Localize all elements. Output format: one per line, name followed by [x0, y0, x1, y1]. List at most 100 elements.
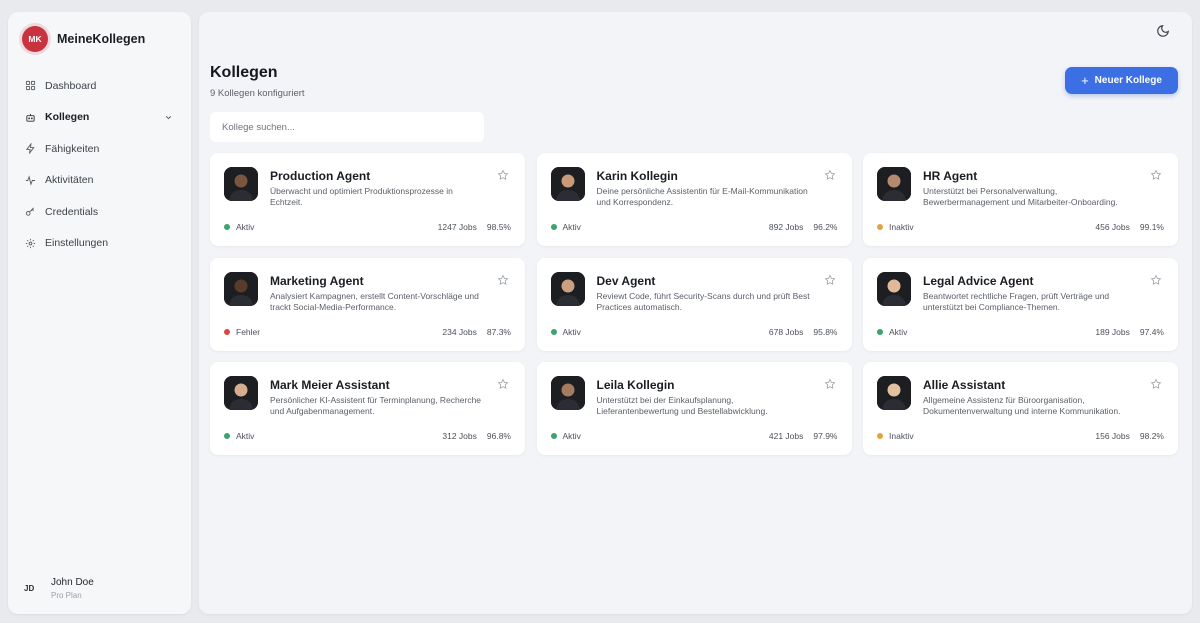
- success-rate: 98.2%: [1139, 431, 1164, 441]
- star-icon[interactable]: [824, 274, 836, 286]
- agent-stats: 421 Jobs 97.9%: [769, 431, 838, 441]
- star-icon[interactable]: [497, 378, 509, 390]
- job-count: 189 Jobs: [1095, 326, 1130, 337]
- status-badge: Inaktiv: [877, 431, 914, 441]
- job-count: 421 Jobs: [768, 431, 804, 441]
- agent-avatar: [224, 167, 258, 201]
- status-badge: Aktiv: [550, 326, 581, 337]
- sidebar-item-kollegen[interactable]: Kollegen: [8, 102, 191, 134]
- new-colleague-button[interactable]: + Neuer Kollege: [1065, 67, 1178, 94]
- sidebar-item-label: Fähigkeiten: [45, 142, 100, 155]
- status-label: Inaktiv: [889, 222, 914, 232]
- sidebar-item-credentials[interactable]: Credentials: [8, 196, 191, 228]
- status-label: Aktiv: [236, 431, 255, 441]
- star-icon[interactable]: [497, 169, 509, 181]
- zap-icon: [25, 143, 35, 155]
- moon-icon[interactable]: [1156, 24, 1170, 38]
- main-content: Kollegen 9 Kollegen konfiguriert + Neuer…: [199, 12, 1192, 614]
- agent-card[interactable]: HR Agent Unterstützt bei Personalverwalt…: [863, 153, 1178, 246]
- job-count: 234 Jobs: [442, 326, 477, 337]
- bot-icon: [26, 113, 35, 122]
- page-subtitle: 9 Kollegen konfiguriert: [210, 88, 305, 99]
- brand-name: MeineKollegen: [57, 32, 146, 46]
- person-icon: [550, 376, 585, 410]
- brand-logo: MK: [22, 26, 48, 52]
- agent-card[interactable]: Legal Advice Agent Beantwortet rechtlich…: [863, 257, 1178, 351]
- agent-description: Unterstützt bei der Einkaufsplanung, Lie…: [596, 395, 768, 416]
- agent-card[interactable]: Production Agent Überwacht und optimiert…: [210, 153, 525, 246]
- status-badge: Aktiv: [224, 431, 254, 441]
- star-icon[interactable]: [1150, 378, 1162, 390]
- sidebar-item-dashboard[interactable]: Dashboard: [8, 70, 191, 102]
- success-rate: 97.9%: [813, 431, 838, 441]
- status-label: Aktiv: [562, 326, 581, 337]
- status-dot: [877, 328, 883, 335]
- status-dot: [224, 224, 230, 230]
- sidebar-nav: Dashboard Kollegen Fähigkeiten Aktivität…: [8, 70, 191, 259]
- search-input[interactable]: [210, 112, 484, 142]
- job-count: 678 Jobs: [768, 326, 804, 337]
- star-icon[interactable]: [824, 378, 836, 390]
- agent-card[interactable]: Allie Assistant Allgemeine Assistenz für…: [863, 362, 1178, 455]
- status-dot: [877, 433, 883, 439]
- status-badge: Aktiv: [550, 431, 581, 441]
- agent-card[interactable]: Dev Agent Reviewt Code, führt Security-S…: [536, 257, 852, 351]
- agent-name: Production Agent: [270, 169, 371, 183]
- agent-name: HR Agent: [923, 169, 978, 183]
- agent-card[interactable]: Marketing Agent Analysiert Kampagnen, er…: [210, 257, 525, 351]
- agent-stats: 456 Jobs 99.1%: [1095, 222, 1164, 232]
- agent-avatar: [550, 167, 585, 201]
- star-icon[interactable]: [497, 274, 509, 286]
- page-title: Kollegen: [210, 64, 278, 81]
- sidebar-item-einstellungen[interactable]: Einstellungen: [8, 228, 191, 260]
- agent-description: Persönlicher KI-Assistent für Terminplan…: [270, 395, 482, 416]
- success-rate: 98.5%: [486, 222, 511, 232]
- brand[interactable]: MK MeineKollegen: [22, 26, 145, 52]
- star-icon[interactable]: [1150, 274, 1162, 286]
- activity-icon: [25, 175, 36, 186]
- sidebar: MK MeineKollegen Dashboard Kollegen Fähi…: [8, 12, 191, 614]
- agent-description: Überwacht und optimiert Produktionsproze…: [270, 186, 453, 207]
- success-rate: 97.4%: [1139, 326, 1164, 337]
- chevron-down-icon[interactable]: [164, 113, 173, 122]
- sidebar-item-aktivitaeten[interactable]: Aktivitäten: [8, 165, 191, 197]
- sidebar-item-label: Aktivitäten: [45, 174, 94, 187]
- person-icon: [877, 376, 911, 410]
- agent-card[interactable]: Mark Meier Assistant Persönlicher KI-Ass…: [210, 362, 525, 455]
- status-badge: Aktiv: [224, 222, 254, 232]
- success-rate: 95.8%: [813, 326, 838, 337]
- user-plan: Pro Plan: [51, 591, 82, 600]
- agent-stats: 189 Jobs 97.4%: [1095, 327, 1164, 337]
- status-dot: [224, 328, 230, 335]
- user-name: John Doe: [51, 577, 94, 588]
- success-rate: 99.1%: [1139, 222, 1164, 232]
- new-colleague-label: Neuer Kollege: [1094, 75, 1162, 86]
- agent-card[interactable]: Karin Kollegin Deine persönliche Assiste…: [536, 153, 852, 246]
- job-count: 312 Jobs: [442, 431, 477, 441]
- agent-card[interactable]: Leila Kollegin Unterstützt bei der Einka…: [536, 362, 852, 455]
- plus-icon: +: [1081, 73, 1089, 88]
- status-dot: [877, 224, 883, 230]
- star-icon[interactable]: [1150, 169, 1162, 181]
- avatar: JD: [24, 584, 35, 593]
- agent-name: Mark Meier Assistant: [270, 378, 390, 392]
- agent-stats: 678 Jobs 95.8%: [769, 327, 838, 337]
- agent-description: Beantwortet rechtliche Fragen, prüft Ver…: [923, 290, 1110, 312]
- status-label: Aktiv: [562, 222, 581, 232]
- status-label: Aktiv: [236, 222, 255, 232]
- star-icon[interactable]: [824, 169, 836, 181]
- agent-description: Deine persönliche Assistentin für E-Mail…: [596, 186, 808, 207]
- sidebar-item-faehigkeiten[interactable]: Fähigkeiten: [8, 133, 191, 165]
- status-badge: Aktiv: [550, 222, 581, 232]
- person-icon: [550, 167, 585, 201]
- status-label: Fehler: [236, 326, 261, 337]
- agent-description: Allgemeine Assistenz für Büroorganisatio…: [923, 395, 1121, 416]
- agent-name: Legal Advice Agent: [923, 273, 1034, 288]
- sidebar-item-label: Kollegen: [45, 111, 90, 124]
- agent-avatar: [877, 167, 911, 201]
- user-profile[interactable]: JD John Doe Pro Plan: [24, 577, 94, 600]
- agent-name: Dev Agent: [596, 273, 656, 288]
- agent-stats: 234 Jobs 87.3%: [442, 327, 511, 337]
- agent-avatar: [877, 271, 911, 306]
- agent-stats: 312 Jobs 96.8%: [442, 431, 511, 441]
